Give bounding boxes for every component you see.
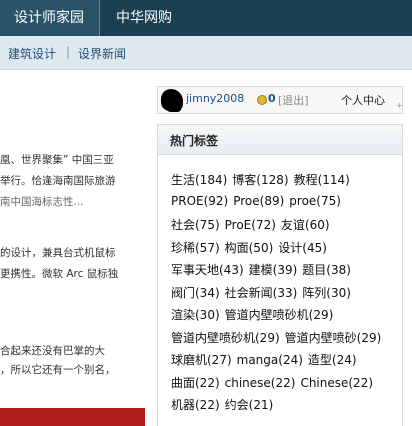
tag-row: 社会(75) ProE(72) 友谊(60): [171, 216, 335, 233]
tag-link[interactable]: 设计(45): [278, 241, 327, 255]
tag-link[interactable]: 管道内壁喷砂机(29): [171, 331, 280, 345]
coin-count: 0: [268, 92, 276, 105]
tag-link[interactable]: 球磨机(27): [171, 353, 232, 367]
excerpt-line: 更携性。微软 Arc 鼠标独: [0, 268, 119, 280]
tag-link[interactable]: 阵列(30): [302, 286, 351, 300]
nav-tab-designer-home[interactable]: 设计师家园: [0, 0, 100, 36]
tag-link[interactable]: 构面(50): [225, 241, 274, 255]
user-center-link[interactable]: 个人中心: [341, 92, 385, 108]
article-excerpts: 凰、世界聚集” 中国三亚 举行。恰逢海南国际旅游 南中国海标志性... 的设计，…: [0, 70, 145, 426]
tag-link[interactable]: 友谊(60): [281, 218, 330, 232]
top-navigation: 设计师家园 中华网购: [0, 0, 412, 36]
excerpt-line: 的设计，兼具台式机鼠标: [0, 247, 116, 259]
tag-link[interactable]: PROE(92): [171, 194, 228, 208]
sub-navigation: 建筑设计 | 设界新闻: [0, 36, 412, 70]
excerpt-line: ，所以它还有一个别名，: [0, 364, 116, 376]
tag-row: 球磨机(27) manga(24) 造型(24): [171, 351, 362, 368]
subnav-separator: |: [66, 45, 71, 59]
nav-tab-china-shopping[interactable]: 中华网购: [116, 0, 172, 36]
tag-link[interactable]: 曲面(22): [171, 376, 220, 390]
tag-link[interactable]: Proe(89): [233, 194, 284, 208]
user-info-bar: jimny2008 0 [退出] 个人中心 +: [157, 86, 403, 114]
tag-row: 机器(22) 约会(21): [171, 396, 278, 413]
excerpt-line: 南中国海标志性...: [0, 196, 84, 208]
excerpt-line: 凰、世界聚集” 中国三亚: [0, 154, 114, 166]
excerpt-line: 合起来还没有巴掌的大: [0, 345, 105, 357]
tag-row: 渲染(30) 管道内壁喷砂机(29): [171, 306, 338, 323]
tag-row: PROE(92) Proe(89) proe(75): [171, 194, 346, 208]
tag-link[interactable]: 社会新闻(33): [225, 286, 298, 300]
subnav-link-architecture[interactable]: 建筑设计: [8, 45, 56, 62]
tag-link[interactable]: 珍稀(57): [171, 241, 220, 255]
tag-row: 生活(184) 博客(128) 教程(114): [171, 171, 355, 188]
expand-icon: +: [396, 101, 403, 110]
tag-row: 阀门(34) 社会新闻(33) 阵列(30): [171, 284, 356, 301]
tag-link[interactable]: 造型(24): [308, 353, 357, 367]
tag-link[interactable]: proe(75): [289, 194, 341, 208]
tag-link[interactable]: Chinese(22): [300, 376, 373, 390]
tag-link[interactable]: 军事天地(43): [171, 263, 244, 277]
tag-link[interactable]: 题目(38): [302, 263, 351, 277]
red-banner: [0, 408, 145, 426]
tag-row: 珍稀(57) 构面(50) 设计(45): [171, 239, 332, 256]
tag-link[interactable]: manga(24): [237, 353, 303, 367]
tag-link[interactable]: 渲染(30): [171, 308, 220, 322]
avatar[interactable]: [161, 89, 183, 112]
tag-link[interactable]: 管道内壁喷砂机(29): [225, 308, 334, 322]
coin-icon: [257, 95, 267, 105]
subnav-link-design-news[interactable]: 设界新闻: [78, 45, 126, 62]
tag-link[interactable]: 教程(114): [294, 173, 350, 187]
tag-link[interactable]: 约会(21): [225, 398, 274, 412]
tag-row: 曲面(22) chinese(22) Chinese(22): [171, 374, 378, 391]
hot-tags-title: 热门标签: [158, 125, 402, 155]
tag-link[interactable]: 管道内壁喷砂(29): [285, 331, 382, 345]
tag-link[interactable]: ProE(72): [225, 218, 276, 232]
excerpt-line: 举行。恰逢海南国际旅游: [0, 175, 116, 187]
tag-link[interactable]: chinese(22): [225, 376, 296, 390]
logout-link[interactable]: [退出]: [278, 92, 309, 108]
tag-link[interactable]: 阀门(34): [171, 286, 220, 300]
tag-link[interactable]: 生活(184): [171, 173, 227, 187]
tag-link[interactable]: 博客(128): [232, 173, 288, 187]
tag-row: 军事天地(43) 建模(39) 题目(38): [171, 261, 356, 278]
tag-link[interactable]: 机器(22): [171, 398, 220, 412]
tag-link[interactable]: 建模(39): [249, 263, 298, 277]
tag-link[interactable]: 社会(75): [171, 218, 220, 232]
hot-tags-panel: 热门标签 生活(184) 博客(128) 教程(114) PROE(92) Proe(8…: [157, 124, 403, 426]
username-link[interactable]: jimny2008: [186, 92, 244, 105]
tag-row: 管道内壁喷砂机(29) 管道内壁喷砂(29): [171, 329, 386, 346]
